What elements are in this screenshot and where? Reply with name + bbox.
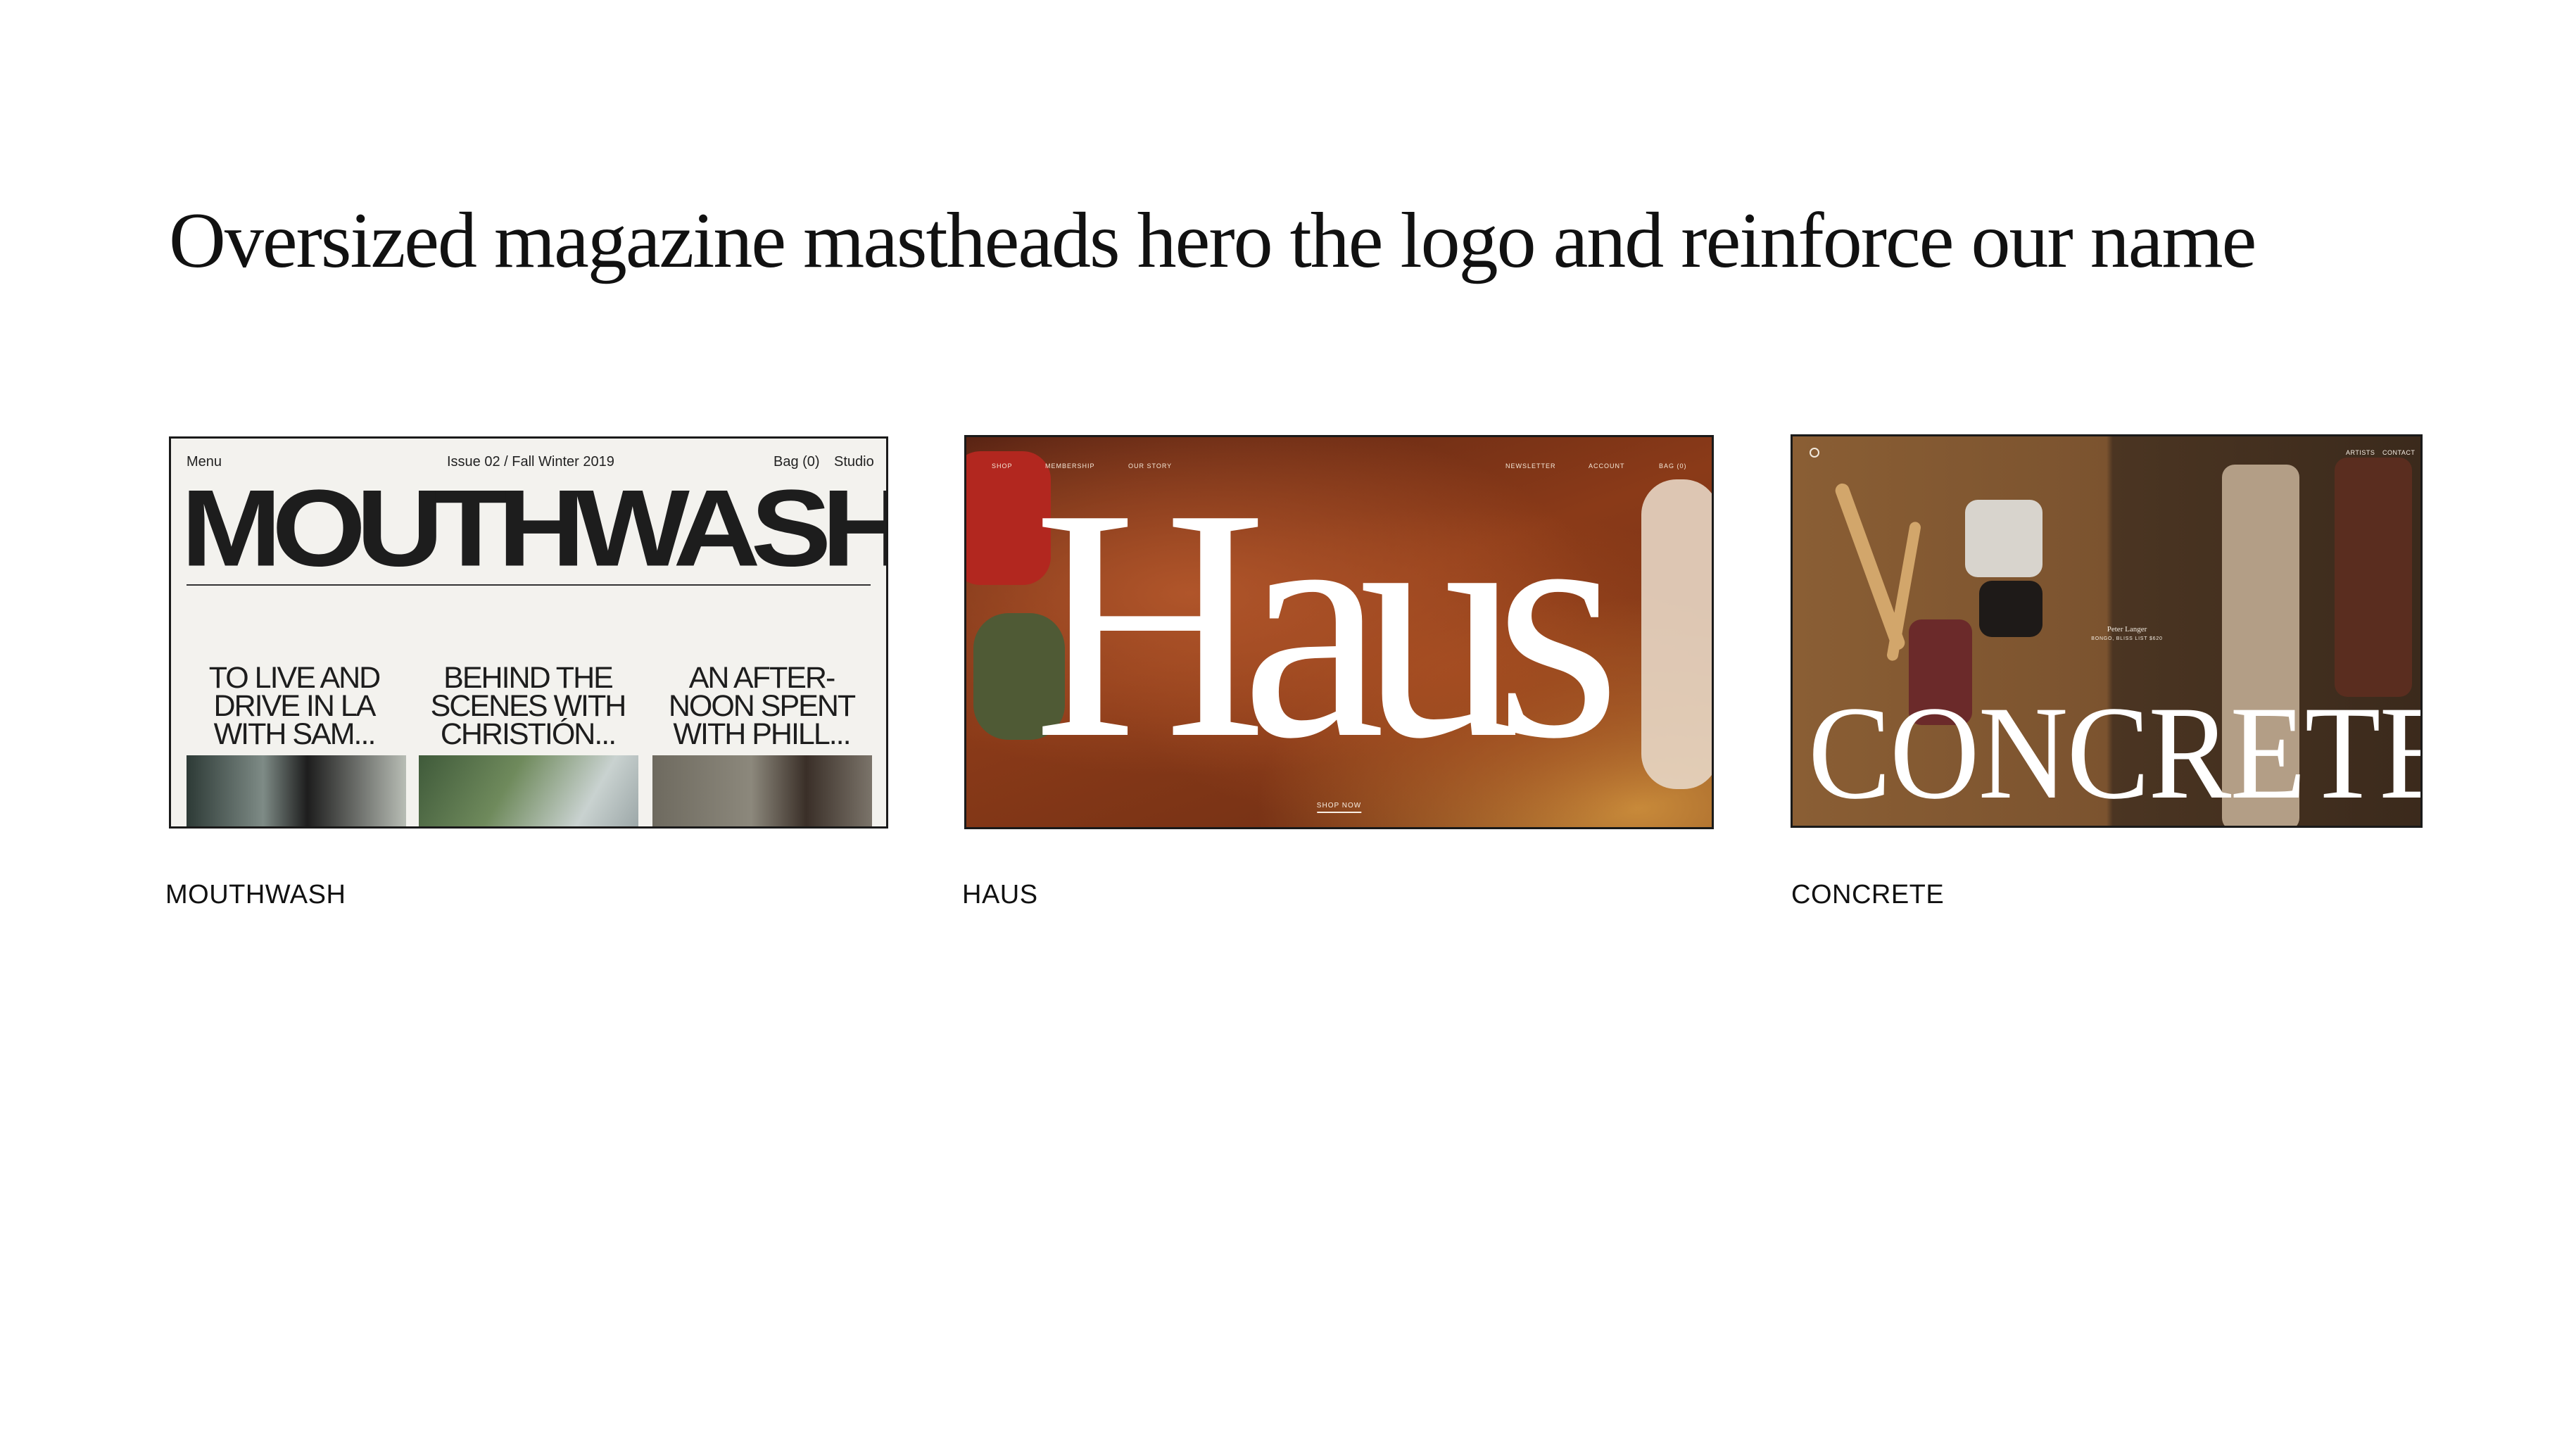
concrete-artwork-subtitle: BONGO, BLISS LIST $620 [2091, 636, 2163, 641]
haus-masthead-logo: Haus [1033, 440, 1621, 807]
concrete-masthead-logo: CONCRETE [1808, 679, 2423, 827]
mouthwash-story-title[interactable]: AN AFTER-NOON SPENT WITH PHILL... [652, 663, 871, 750]
mouthwash-story-title[interactable]: BEHIND THE SCENES WITH CHRISTIÓN... [419, 663, 637, 750]
haus-caption: HAUS [962, 880, 1038, 909]
concrete-artwork-title: Peter Langer [2107, 625, 2147, 634]
haus-shop-now-link[interactable]: SHOP NOW [1316, 802, 1362, 813]
page-heading: Oversized magazine mastheads hero the lo… [169, 197, 2256, 284]
mouthwash-story-photo[interactable] [652, 755, 872, 826]
mouthwash-preview-card[interactable]: Menu Issue 02 / Fall Winter 2019 Bag (0)… [169, 436, 888, 829]
concrete-preview-card[interactable]: ARTISTS CONTACT Peter Langer BONGO, BLIS… [1791, 434, 2423, 828]
haus-nav-shop[interactable]: SHOP [992, 462, 1013, 470]
concrete-photo-bag [1979, 581, 2043, 637]
mouthwash-divider [187, 584, 871, 586]
concrete-photo-chair [2335, 458, 2412, 697]
haus-nav-bag[interactable]: BAG (0) [1659, 462, 1687, 470]
mouthwash-story-title[interactable]: TO LIVE AND DRIVE IN LA WITH SAM... [185, 663, 403, 750]
mouthwash-story-photo[interactable] [187, 755, 406, 826]
haus-preview-card[interactable]: SHOP MEMBERSHIP OUR STORY NEWSLETTER ACC… [964, 435, 1714, 829]
concrete-nav-contact[interactable]: CONTACT [2382, 449, 2415, 456]
concrete-photo-bag [1965, 500, 2043, 577]
concrete-product-caption: Peter Langer BONGO, BLISS LIST $620 [2085, 625, 2169, 641]
concrete-logo-icon[interactable] [1810, 448, 1819, 458]
mouthwash-story-photo[interactable] [419, 755, 638, 826]
haus-photo-person [1641, 479, 1712, 789]
concrete-nav-artists[interactable]: ARTISTS [2346, 449, 2375, 456]
concrete-caption: CONCRETE [1791, 880, 1945, 909]
mouthwash-caption: MOUTHWASH [165, 880, 346, 909]
mouthwash-masthead-logo: MOUTHWASH [181, 467, 888, 589]
